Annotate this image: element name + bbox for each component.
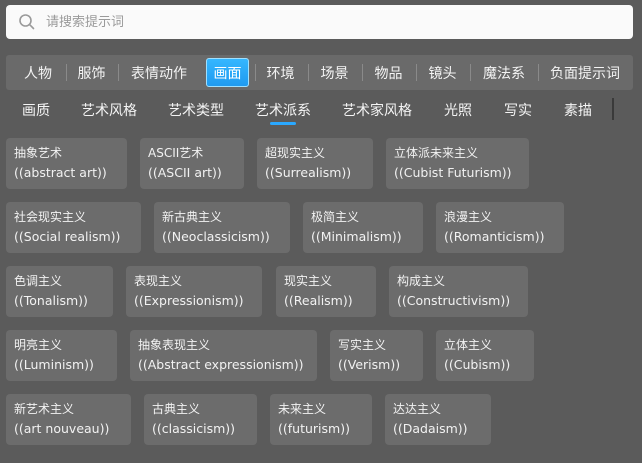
subtab-yishujia-fengge[interactable]: 艺术家风格: [336, 94, 418, 126]
prompt-card[interactable]: 达达主义 ((Dadaism)): [385, 394, 491, 445]
prompt-card[interactable]: 抽象艺术 ((abstract art)): [6, 138, 127, 189]
prompt-card-en-label: ((Minimalism)): [311, 229, 402, 244]
prompt-card-en-label: ((Constructivism)): [397, 293, 511, 308]
prompt-card-en-label: ((Verism)): [338, 357, 401, 372]
tab-huanjing[interactable]: 环境: [258, 58, 303, 87]
tab-wupin[interactable]: 物品: [366, 58, 411, 87]
prompt-card-en-label: ((Romanticism)): [444, 229, 545, 244]
prompt-card-cn-label: 极简主义: [311, 210, 360, 224]
prompt-card[interactable]: 表现主义 ((Expressionism)): [126, 266, 262, 317]
tab-fumian-tishici[interactable]: 负面提示词: [542, 58, 628, 87]
tab-separator: [416, 64, 417, 81]
prompt-card-cn-label: 立体派未来主义: [394, 146, 479, 160]
prompt-card[interactable]: 明亮主义 ((Luminism)): [6, 330, 117, 381]
tab-jingtou[interactable]: 镜头: [420, 58, 465, 87]
prompt-card[interactable]: 色调主义 ((Tonalism)): [6, 266, 113, 317]
search-bar[interactable]: [6, 5, 633, 39]
prompt-card-cn-label: 抽象艺术: [14, 146, 63, 160]
tab-separator: [118, 64, 119, 81]
prompt-card-en-label: ((Cubist Futurism)): [394, 165, 512, 180]
prompt-card[interactable]: 立体派未来主义 ((Cubist Futurism)): [386, 138, 529, 189]
tab-separator: [470, 64, 471, 81]
tab-separator: [362, 64, 363, 81]
prompt-card-en-label: ((Abstract expressionism)): [138, 357, 304, 372]
prompt-card-en-label: ((art nouveau)): [14, 421, 110, 436]
prompt-card-en-label: ((Expressionism)): [134, 293, 244, 308]
prompt-card-en-label: ((ASCII art)): [148, 165, 222, 180]
prompt-card-cn-label: ASCII艺术: [148, 146, 204, 160]
prompt-card-cn-label: 立体主义: [444, 338, 493, 352]
prompt-card-cn-label: 社会现实主义: [14, 210, 87, 224]
prompt-card-cn-label: 超现实主义: [265, 146, 326, 160]
prompt-card-en-label: ((Luminism)): [14, 357, 94, 372]
prompt-card[interactable]: 极简主义 ((Minimalism)): [303, 202, 423, 253]
prompt-card-cn-label: 未来主义: [278, 402, 327, 416]
prompt-card-en-label: ((classicism)): [152, 421, 236, 436]
tab-separator: [66, 64, 67, 81]
prompt-card-cn-label: 达达主义: [393, 402, 442, 416]
prompt-card[interactable]: 超现实主义 ((Surrealism)): [257, 138, 373, 189]
prompt-card-cn-label: 明亮主义: [14, 338, 63, 352]
subtab-xieshi[interactable]: 写实: [498, 94, 538, 126]
prompt-card[interactable]: 立体主义 ((Cubism)): [436, 330, 534, 381]
prompt-card-en-label: ((Realism)): [284, 293, 353, 308]
prompt-card-cn-label: 现实主义: [284, 274, 333, 288]
prompt-card-cn-label: 写实主义: [338, 338, 387, 352]
prompt-card-cn-label: 色调主义: [14, 274, 63, 288]
prompt-card-en-label: ((Surrealism)): [265, 165, 352, 180]
prompt-card[interactable]: 构成主义 ((Constructivism)): [389, 266, 528, 317]
active-tab-indicator: [270, 122, 296, 125]
prompt-card[interactable]: 新古典主义 ((Neoclassicism)): [154, 202, 290, 253]
prompt-card[interactable]: 未来主义 ((futurism)): [270, 394, 372, 445]
tab-changjing[interactable]: 场景: [312, 58, 357, 87]
prompt-card-cn-label: 新古典主义: [162, 210, 223, 224]
subtab-yishu-leixing[interactable]: 艺术类型: [163, 94, 229, 126]
prompt-card[interactable]: ASCII艺术 ((ASCII art)): [140, 138, 244, 189]
prompt-card-en-label: ((Neoclassicism)): [162, 229, 270, 244]
tab-renwu[interactable]: 人物: [13, 58, 63, 87]
prompt-card-cn-label: 构成主义: [397, 274, 446, 288]
prompt-card[interactable]: 现实主义 ((Realism)): [276, 266, 376, 317]
category-tabs: 人物 服饰 表情动作 画面 环境 场景 物品 镜头 魔法系 负面提示词: [6, 55, 633, 90]
prompt-card[interactable]: 社会现实主义 ((Social realism)): [6, 202, 141, 253]
search-input[interactable]: [46, 5, 616, 39]
tab-fushi[interactable]: 服饰: [69, 58, 114, 87]
prompt-card-en-label: ((Dadaism)): [393, 421, 468, 436]
tab-scroll-divider: [612, 98, 614, 120]
prompt-card[interactable]: 新艺术主义 ((art nouveau)): [6, 394, 131, 445]
prompt-card[interactable]: 写实主义 ((Verism)): [330, 330, 423, 381]
prompt-card-en-label: ((abstract art)): [14, 165, 107, 180]
search-icon: [19, 14, 35, 30]
prompt-card-en-label: ((Social realism)): [14, 229, 121, 244]
tab-biaoqing-dongzuo[interactable]: 表情动作: [122, 58, 196, 87]
prompt-card-en-label: ((Cubism)): [444, 357, 511, 372]
prompt-card-cn-label: 浪漫主义: [444, 210, 493, 224]
prompt-card-cn-label: 新艺术主义: [14, 402, 75, 416]
prompt-card-en-label: ((futurism)): [278, 421, 350, 436]
subtab-guangzhao[interactable]: 光照: [438, 94, 478, 126]
prompt-card[interactable]: 抽象表现主义 ((Abstract expressionism)): [130, 330, 317, 381]
tab-mofaxi[interactable]: 魔法系: [474, 58, 534, 87]
prompt-card-en-label: ((Tonalism)): [14, 293, 88, 308]
tab-separator: [255, 64, 256, 81]
subtab-huazhi[interactable]: 画质: [14, 94, 58, 126]
prompt-card-cn-label: 表现主义: [134, 274, 183, 288]
prompt-card[interactable]: 浪漫主义 ((Romanticism)): [436, 202, 564, 253]
tab-huamian[interactable]: 画面: [206, 58, 249, 87]
prompt-card-cn-label: 古典主义: [152, 402, 201, 416]
prompt-card[interactable]: 古典主义 ((classicism)): [144, 394, 257, 445]
subcategory-tabs: 画质 艺术风格 艺术类型 艺术派系 艺术家风格 光照 写实 素描: [0, 94, 642, 126]
tab-separator: [538, 64, 539, 81]
tab-separator: [308, 64, 309, 81]
subtab-yishu-fengge[interactable]: 艺术风格: [76, 94, 142, 126]
subtab-sumiao[interactable]: 素描: [556, 94, 600, 126]
prompt-card-cn-label: 抽象表现主义: [138, 338, 211, 352]
